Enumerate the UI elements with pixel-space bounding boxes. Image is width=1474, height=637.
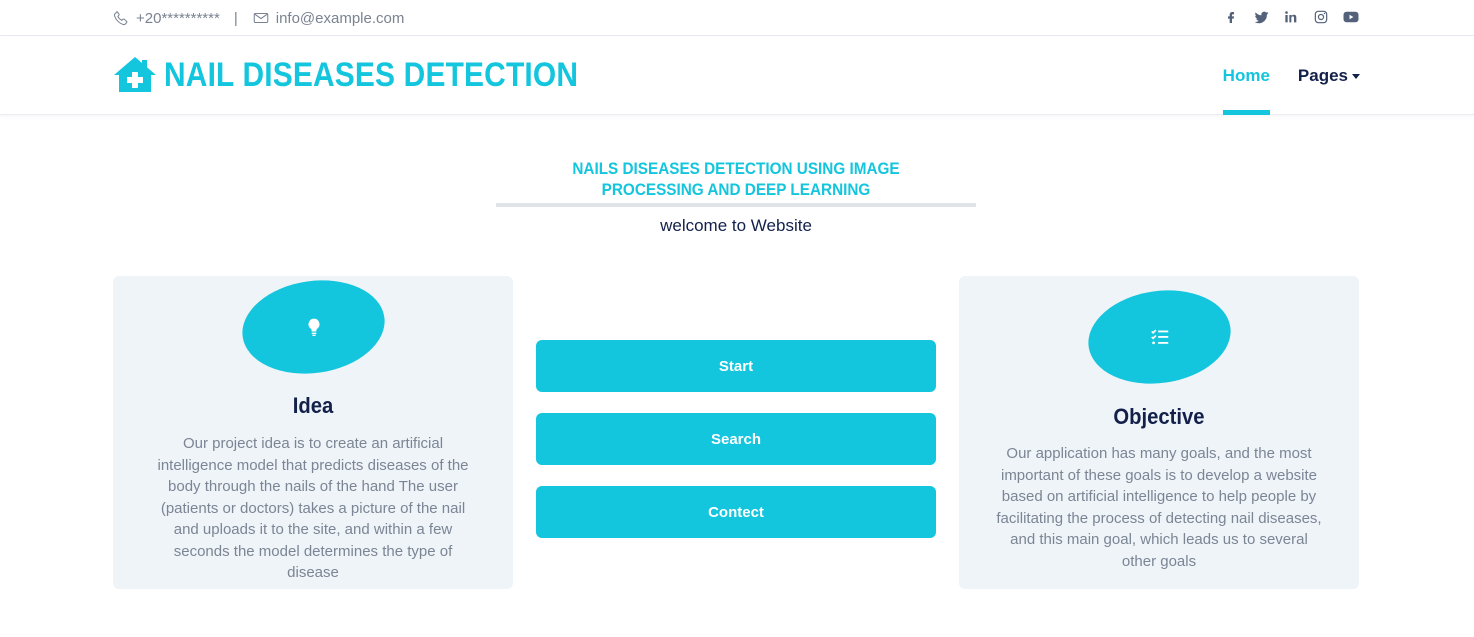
brand[interactable]: NAIL DISEASES DETECTION bbox=[112, 55, 635, 95]
objective-card: Objective Our application has many goals… bbox=[959, 276, 1359, 589]
idea-title: Idea bbox=[292, 393, 334, 418]
nav-pages-dropdown[interactable]: Pages bbox=[1298, 66, 1360, 86]
youtube-icon[interactable] bbox=[1342, 8, 1360, 26]
contact-button[interactable]: Contect bbox=[536, 486, 936, 538]
brand-title: NAIL DISEASES DETECTION bbox=[164, 55, 579, 94]
top-bar: +20********** | info@example.com bbox=[0, 0, 1474, 36]
contact-separator: | bbox=[233, 9, 238, 27]
objective-title: Objective bbox=[1113, 404, 1205, 429]
objective-text: Our application has many goals, and the … bbox=[996, 445, 1322, 570]
social-links bbox=[1222, 8, 1360, 26]
checklist-icon bbox=[1149, 326, 1171, 348]
instagram-icon[interactable] bbox=[1312, 8, 1330, 26]
objective-icon-badge bbox=[1082, 281, 1237, 393]
linkedin-icon[interactable] bbox=[1282, 8, 1300, 26]
facebook-icon[interactable] bbox=[1222, 8, 1240, 26]
idea-text: Our project idea is to create an artific… bbox=[157, 435, 469, 581]
hospital-house-icon bbox=[112, 55, 158, 95]
search-button[interactable]: Search bbox=[536, 413, 936, 465]
welcome-text: welcome to Website bbox=[660, 216, 812, 235]
heading-divider bbox=[496, 203, 976, 207]
nav-pages-label: Pages bbox=[1297, 66, 1348, 85]
phone-icon bbox=[112, 9, 130, 27]
phone-number: +20********** bbox=[136, 9, 220, 27]
twitter-icon[interactable] bbox=[1252, 8, 1270, 26]
idea-icon-badge bbox=[236, 271, 391, 383]
start-button[interactable]: Start bbox=[536, 340, 936, 392]
section-subtitle: NAILS DISEASES DETECTION USING IMAGE PRO… bbox=[572, 159, 900, 199]
nav-home[interactable]: Home bbox=[1222, 37, 1271, 115]
contact-info: +20********** | info@example.com bbox=[112, 9, 404, 27]
site-header: NAIL DISEASES DETECTION Home Pages bbox=[0, 37, 1474, 115]
lightbulb-icon bbox=[303, 316, 325, 338]
envelope-icon bbox=[252, 9, 270, 27]
main-nav: Home Pages bbox=[1222, 37, 1360, 115]
caret-down-icon bbox=[1352, 73, 1360, 79]
section-heading: NAILS DISEASES DETECTION USING IMAGE PRO… bbox=[496, 158, 976, 236]
email-address[interactable]: info@example.com bbox=[276, 10, 405, 27]
idea-card: Idea Our project idea is to create an ar… bbox=[113, 271, 513, 589]
